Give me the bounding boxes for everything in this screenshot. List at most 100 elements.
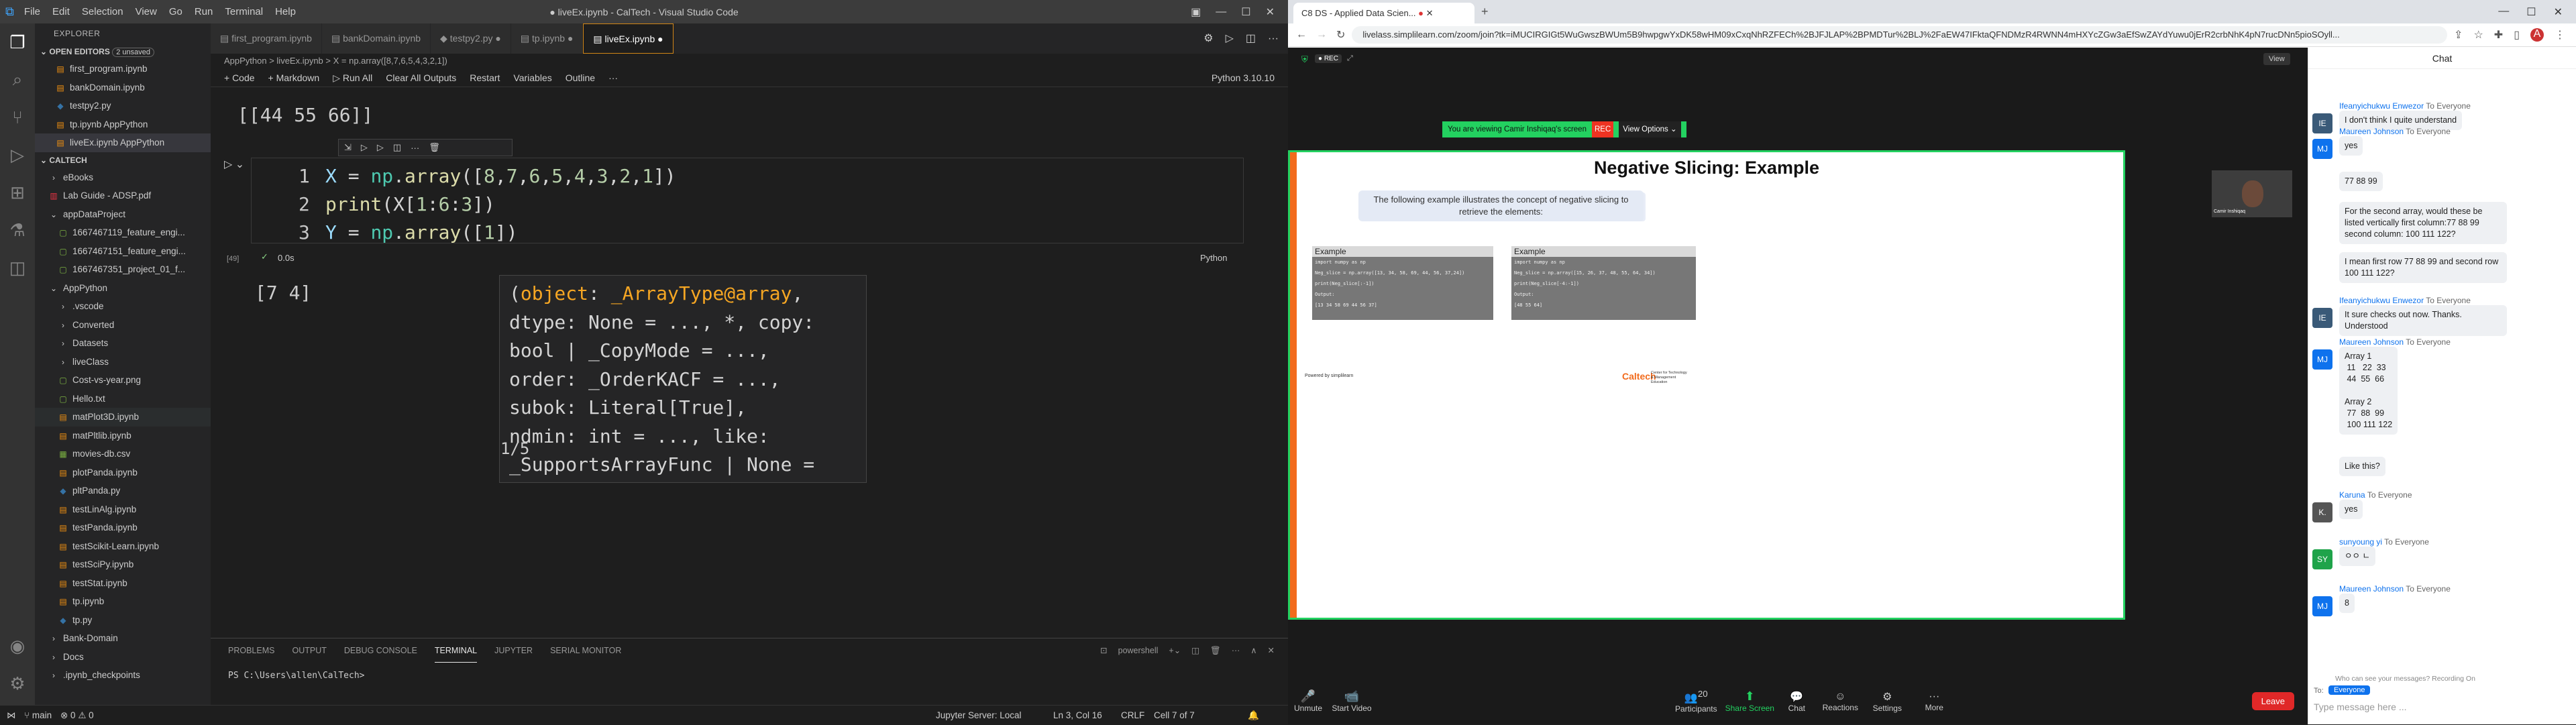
tree-item[interactable]: ▢ 1667467151_feature_engi... xyxy=(35,242,211,261)
chat-input[interactable]: Type message here ... xyxy=(2314,702,2569,712)
view-options-button[interactable]: View Options ⌄ xyxy=(1619,121,1681,137)
profile-avatar[interactable]: A xyxy=(2530,28,2544,42)
maximize-panel-icon[interactable]: ∧ xyxy=(1250,638,1256,663)
menu-run[interactable]: Run xyxy=(189,6,219,17)
testing-icon[interactable]: ⚗ xyxy=(0,211,35,249)
tree-item[interactable]: › eBooks xyxy=(35,168,211,187)
tree-item[interactable]: › liveClass xyxy=(35,353,211,372)
source-control-icon[interactable]: ⑂ xyxy=(0,99,35,136)
who-can-see-notice[interactable]: Who can see your messages? Recording On xyxy=(2335,675,2475,683)
tree-item[interactable]: ▢ Cost-vs-year.png xyxy=(35,371,211,390)
close-icon[interactable]: ✕ xyxy=(2554,5,2563,19)
close-panel-icon[interactable]: ✕ xyxy=(1268,638,1275,663)
tab-testpy2[interactable]: ◆ testpy2.py ● xyxy=(431,23,511,54)
run-cell-icon[interactable]: ▷ ⌄ xyxy=(224,158,244,171)
tree-item[interactable]: ▤ testPanda.ipynb xyxy=(35,518,211,537)
back-icon[interactable]: ← xyxy=(1296,29,1307,41)
search-icon[interactable]: ⌕ xyxy=(0,61,35,99)
terminal-shell[interactable]: powershell xyxy=(1118,638,1159,663)
tree-item[interactable]: ⌄ AppPython xyxy=(35,279,211,298)
tab-output[interactable]: OUTPUT xyxy=(292,638,326,663)
layout-icon[interactable]: ▣ xyxy=(1191,5,1201,19)
tree-item[interactable]: ▤ testLinAlg.ipynb xyxy=(35,500,211,519)
code-cell[interactable]: 1 2 3 X = np.array([8,7,6,5,4,3,2,1]) pr… xyxy=(251,158,1244,243)
tab-bankdomain[interactable]: ▤ bankDomain.ipynb xyxy=(321,23,431,54)
unmute-button[interactable]: 🎤 Unmute xyxy=(1288,689,1328,713)
trash-icon[interactable]: 🗑 xyxy=(1210,638,1221,663)
menu-view[interactable]: View xyxy=(129,6,163,17)
sender-name[interactable]: Maureen Johnson xyxy=(2339,337,2404,347)
open-file-liveex[interactable]: ▤ liveEx.ipynb AppPython xyxy=(35,133,211,152)
overload-counter[interactable]: 1/5 xyxy=(500,439,529,458)
open-file-first-program[interactable]: ▤ first_program.ipynb xyxy=(35,60,211,78)
branch-status[interactable]: ⑂ main xyxy=(24,706,52,725)
participants-button[interactable]: 👥20 Participants xyxy=(1669,689,1723,714)
bookmark-star-icon[interactable]: ☆ xyxy=(2473,28,2483,42)
add-code-button[interactable]: + Code xyxy=(224,68,255,87)
settings-icon[interactable]: ⚙ xyxy=(1203,23,1213,54)
share-icon[interactable]: ⇪ xyxy=(2454,28,2463,42)
account-icon[interactable]: ◉ xyxy=(0,627,35,665)
menu-file[interactable]: File xyxy=(18,6,46,17)
sidebar-icon[interactable]: ▯ xyxy=(2514,28,2520,42)
explorer-icon[interactable]: ❐ xyxy=(0,23,35,61)
run-by-line-icon[interactable]: ⇲ xyxy=(344,142,352,153)
tab-jupyter[interactable]: JUPYTER xyxy=(494,638,533,663)
tree-item[interactable]: › Docs xyxy=(35,648,211,667)
forward-icon[interactable]: → xyxy=(1316,29,1327,41)
split-editor-icon[interactable]: ◫ xyxy=(1246,23,1256,54)
tree-item[interactable]: ▥ Lab Guide - ADSP.pdf xyxy=(35,186,211,205)
tab-first-program[interactable]: ▤ first_program.ipynb xyxy=(211,23,322,54)
code-line-3[interactable]: Y = np.array([1]) xyxy=(325,221,518,243)
tab-terminal[interactable]: TERMINAL xyxy=(434,638,478,663)
share-screen-button[interactable]: ⬆ Share Screen xyxy=(1723,689,1776,713)
jupyter-icon[interactable]: ◫ xyxy=(0,249,35,286)
run-all-button[interactable]: ▷ Run All xyxy=(333,68,372,87)
tree-item[interactable]: ▤ testStat.ipynb xyxy=(35,574,211,593)
close-icon[interactable]: ✕ xyxy=(1266,5,1275,19)
tab-debug-console[interactable]: DEBUG CONSOLE xyxy=(344,638,417,663)
tree-item[interactable]: ▤ plotPanda.ipynb xyxy=(35,463,211,482)
tree-item[interactable]: ▤ matPlot3D.ipynb xyxy=(35,408,211,427)
settings-button[interactable]: ⚙ Settings xyxy=(1864,690,1911,713)
eol-status[interactable]: CRLF xyxy=(1121,706,1144,725)
sender-name[interactable]: Ifeanyichukwu Enwezor xyxy=(2339,296,2424,305)
code-line-2[interactable]: print(X[1:6:3]) xyxy=(325,193,495,215)
open-file-bankdomain[interactable]: ▤ bankDomain.ipynb xyxy=(35,78,211,97)
menu-selection[interactable]: Selection xyxy=(76,6,129,17)
settings-gear-icon[interactable]: ⚙ xyxy=(0,665,35,702)
more-actions-button[interactable]: ··· xyxy=(608,68,618,87)
remote-icon[interactable]: ⋈ xyxy=(7,706,16,725)
minimize-icon[interactable]: — xyxy=(2498,5,2509,19)
menu-help[interactable]: Help xyxy=(269,6,302,17)
outline-button[interactable]: Outline xyxy=(566,68,595,87)
split-terminal-icon[interactable]: ◫ xyxy=(1191,638,1199,663)
jupyter-server-status[interactable]: Jupyter Server: Local xyxy=(936,706,1022,725)
tree-item[interactable]: ▤ matPltlib.ipynb xyxy=(35,427,211,445)
browser-tab[interactable]: C8 DS - Applied Data Scien... ● ✕ xyxy=(1293,3,1474,23)
reactions-button[interactable]: ☺ Reactions xyxy=(1817,691,1864,712)
more-icon[interactable]: ··· xyxy=(1232,638,1240,663)
view-button[interactable]: View xyxy=(2263,53,2290,65)
code-line-1[interactable]: X = np.array([8,7,6,5,4,3,2,1]) xyxy=(325,165,676,187)
cell-more-icon[interactable]: ··· xyxy=(411,143,419,153)
tab-tp[interactable]: ▤ tp.ipynb ● xyxy=(511,23,584,54)
chat-button[interactable]: 💬 Chat xyxy=(1776,690,1817,713)
tree-item[interactable]: › Datasets xyxy=(35,334,211,353)
tree-item[interactable]: › .ipynb_checkpoints xyxy=(35,666,211,685)
minimize-icon[interactable]: — xyxy=(1216,6,1226,18)
tree-item[interactable]: › Bank-Domain xyxy=(35,629,211,648)
tab-serial-monitor[interactable]: SERIAL MONITOR xyxy=(550,638,621,663)
maximize-icon[interactable]: ☐ xyxy=(2526,5,2536,19)
cell-language[interactable]: Python xyxy=(1200,253,1227,263)
run-icon[interactable]: ▷ xyxy=(1226,23,1234,54)
sender-name[interactable]: Karuna xyxy=(2339,490,2365,500)
notifications-icon[interactable]: 🔔 xyxy=(1248,706,1259,725)
tree-item[interactable]: › .vscode xyxy=(35,297,211,316)
terminal-prompt[interactable]: PS C:\Users\allen\CalTech> xyxy=(211,671,1288,681)
menu-go[interactable]: Go xyxy=(163,6,189,17)
variables-button[interactable]: Variables xyxy=(513,68,551,87)
run-debug-icon[interactable]: ▷ xyxy=(0,136,35,174)
sender-name[interactable]: Maureen Johnson xyxy=(2339,127,2404,136)
delete-cell-icon[interactable]: 🗑 xyxy=(429,142,440,153)
